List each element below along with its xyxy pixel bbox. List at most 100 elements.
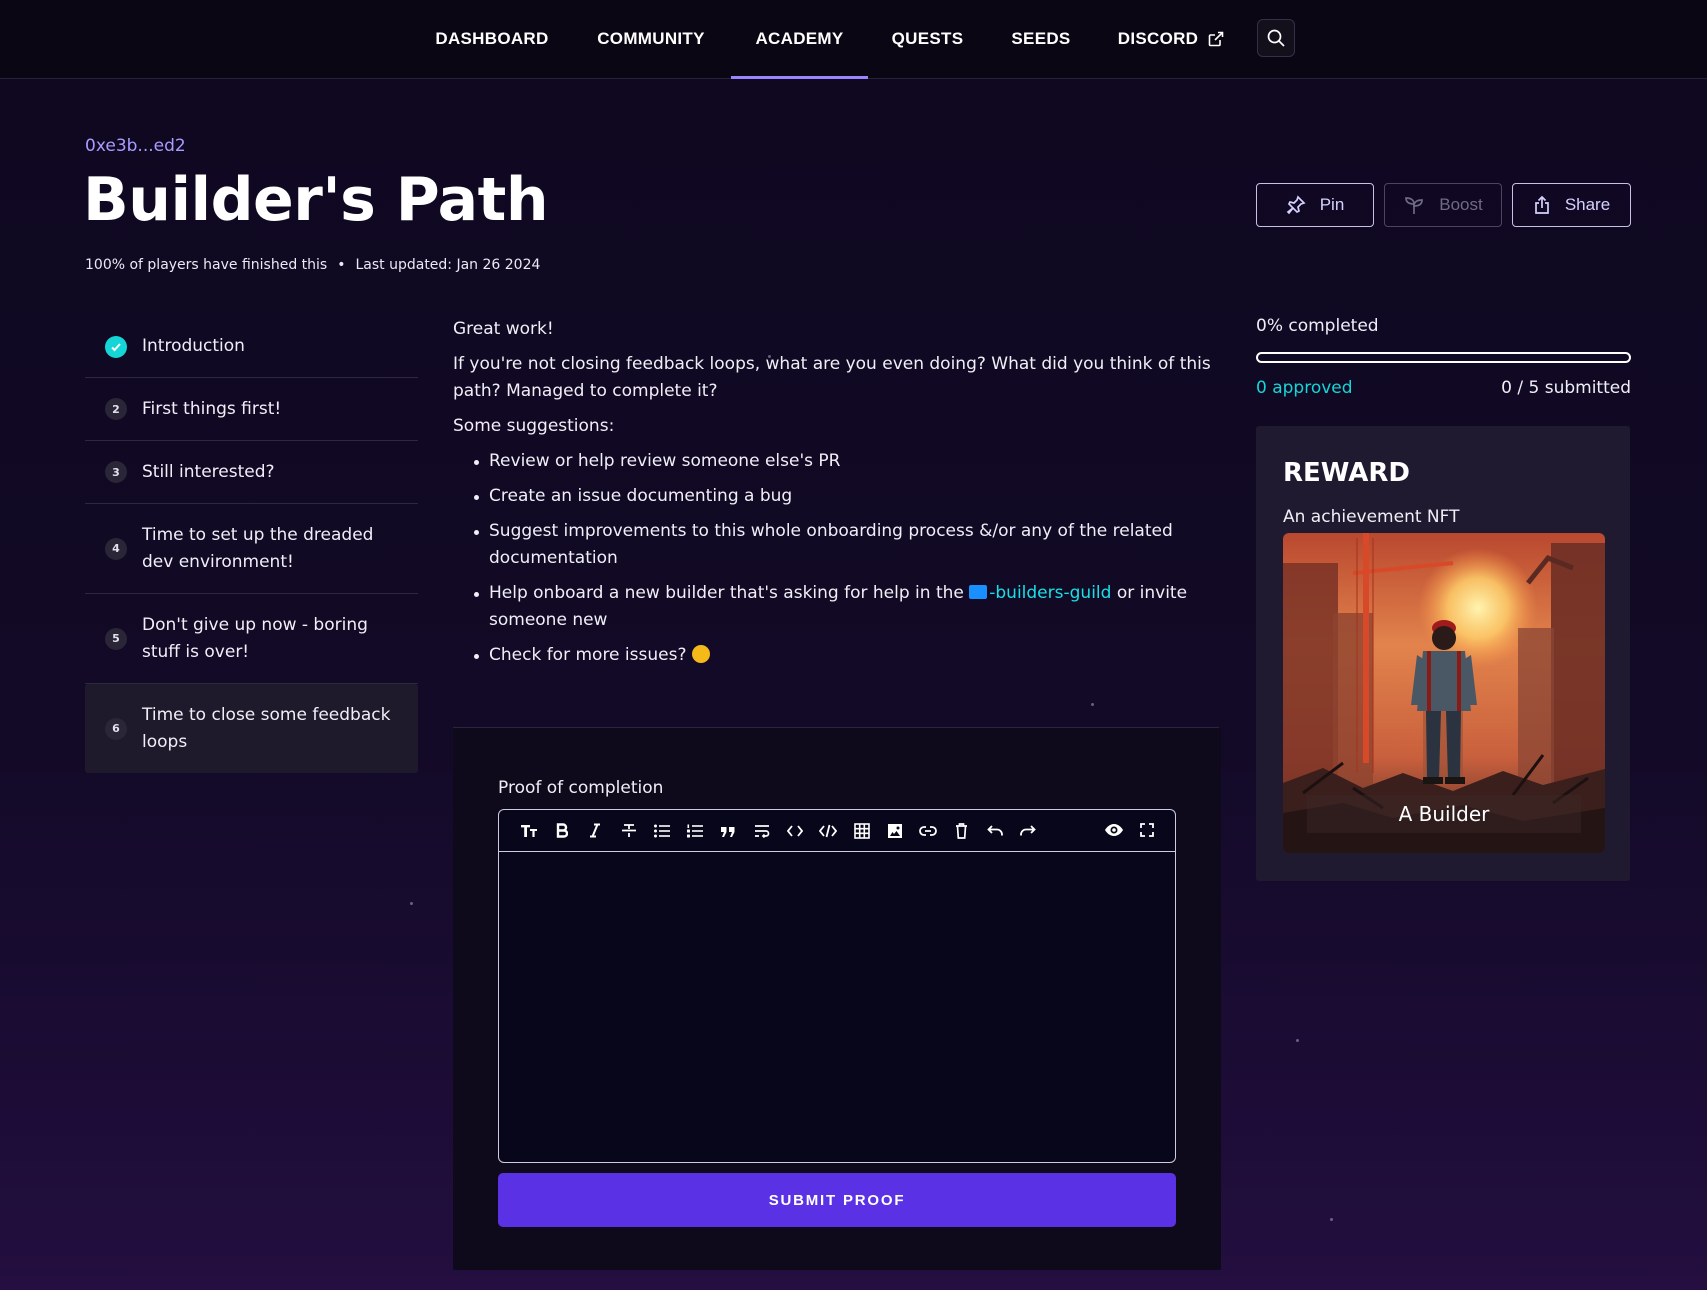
nav-quests-label: QUESTS (891, 29, 964, 48)
steps-sidebar: Introduction 2 First things first! 3 Sti… (85, 316, 418, 773)
boost-label: Boost (1439, 195, 1483, 214)
completion-progress-bar (1256, 352, 1631, 363)
proof-panel: Proof of completion SUBMIT PROOF (453, 728, 1221, 1270)
pin-icon (1286, 195, 1306, 215)
italic-icon[interactable] (579, 816, 612, 846)
submit-proof-button[interactable]: SUBMIT PROOF (498, 1173, 1176, 1227)
last-updated: Last updated: Jan 26 2024 (355, 257, 541, 273)
link-icon[interactable] (912, 816, 945, 846)
channel-icon (969, 585, 988, 599)
share-icon (1534, 195, 1549, 214)
list-item: Review or help review someone else's PR (453, 448, 1223, 475)
reward-title: REWARD (1283, 458, 1411, 488)
preview-icon[interactable] (1097, 815, 1130, 845)
step-number: 2 (105, 398, 127, 420)
code-icon[interactable] (778, 816, 811, 846)
list-item: Suggest improvements to this whole onboa… (453, 518, 1223, 572)
check-icon (105, 335, 127, 358)
list-item-text: Help onboard a new builder that's asking… (489, 583, 970, 603)
nft-image[interactable]: A Builder (1283, 533, 1605, 853)
nav-dashboard[interactable]: DASHBOARD (425, 0, 559, 78)
creator-address-link[interactable]: 0xe3b...ed2 (85, 136, 186, 156)
finished-stat: 100% of players have finished this (85, 257, 328, 273)
step-label: Don't give up now - boring stuff is over… (142, 614, 368, 662)
step-label: First things first! (142, 398, 282, 419)
quote-icon[interactable] (712, 816, 745, 846)
fullscreen-icon[interactable] (1130, 815, 1163, 845)
top-navigation: DASHBOARD COMMUNITY ACADEMY QUESTS SEEDS… (0, 0, 1707, 79)
heading-icon[interactable] (512, 816, 545, 846)
list-item-text: Check for more issues? (489, 645, 692, 665)
share-label: Share (1564, 195, 1611, 214)
nav-seeds-label: SEEDS (1011, 29, 1071, 48)
step-number: 4 (105, 537, 127, 560)
share-button[interactable]: Share (1512, 183, 1631, 227)
upside-down-face-icon (691, 645, 710, 663)
approved-count: 0 approved (1256, 378, 1353, 398)
step-number: 5 (105, 627, 127, 650)
step-dont-give-up[interactable]: 5 Don't give up now - boring stuff is ov… (85, 594, 418, 684)
star-decoration (1091, 703, 1094, 706)
completion-label: 0% completed (1256, 316, 1379, 336)
nav-seeds[interactable]: SEEDS (1000, 0, 1082, 78)
pin-label: Pin (1319, 195, 1345, 214)
search-icon (1267, 29, 1285, 47)
step-number: 6 (105, 717, 127, 740)
list-item: Create an issue documenting a bug (453, 483, 1223, 510)
path-meta: 100% of players have finished this • Las… (85, 257, 540, 273)
nav-community[interactable]: COMMUNITY (584, 0, 718, 78)
bullet-list-icon[interactable] (645, 816, 678, 846)
table-icon[interactable] (845, 816, 878, 846)
pin-button[interactable]: Pin (1256, 183, 1374, 227)
step-label: Time to set up the dreaded dev environme… (142, 524, 374, 572)
step-introduction[interactable]: Introduction (85, 316, 418, 378)
list-item: Help onboard a new builder that's asking… (453, 580, 1223, 634)
nav-academy-label: ACADEMY (755, 29, 844, 48)
redo-icon[interactable] (1011, 816, 1044, 846)
step-number: 3 (105, 461, 127, 483)
wrap-icon[interactable] (745, 816, 778, 846)
step-label: Introduction (142, 336, 245, 356)
delete-icon[interactable] (945, 816, 978, 846)
builders-guild-link[interactable]: -builders-guild (969, 583, 1111, 603)
nav-discord[interactable]: DISCORD (1115, 0, 1227, 78)
content-paragraph: If you're not closing feedback loops, wh… (453, 354, 1211, 401)
image-icon[interactable] (878, 816, 911, 846)
step-first-things-first[interactable]: 2 First things first! (85, 378, 418, 441)
step-label: Still interested? (142, 461, 275, 482)
markdown-editor (498, 809, 1176, 1163)
nav-community-label: COMMUNITY (597, 29, 705, 48)
suggestions-list: Review or help review someone else's PR … (453, 448, 1223, 669)
search-button[interactable] (1257, 19, 1295, 57)
page-title: Builder's Path (83, 165, 549, 235)
nav-academy[interactable]: ACADEMY (731, 0, 868, 79)
code-block-icon[interactable] (812, 816, 845, 846)
bold-icon[interactable] (545, 816, 578, 846)
star-decoration (410, 902, 413, 905)
star-decoration (1330, 1218, 1333, 1221)
reward-card: REWARD An achievement NFT A Builder (1256, 426, 1630, 881)
nft-name: A Builder (1307, 795, 1581, 833)
meta-separator: • (337, 257, 346, 273)
star-decoration (1296, 1039, 1299, 1042)
ordered-list-icon[interactable] (678, 816, 711, 846)
content-paragraph: Some suggestions: (453, 416, 615, 436)
step-dev-environment[interactable]: 4 Time to set up the dreaded dev environ… (85, 504, 418, 594)
undo-icon[interactable] (978, 816, 1011, 846)
step-label: Time to close some feedback loops (142, 704, 391, 752)
external-link-icon (1208, 31, 1224, 47)
nav-discord-label: DISCORD (1117, 29, 1199, 48)
strikethrough-icon[interactable] (612, 816, 645, 846)
list-item: Check for more issues? (453, 642, 1223, 669)
boost-button[interactable]: Boost (1384, 183, 1502, 227)
step-feedback-loops[interactable]: 6 Time to close some feedback loops (85, 684, 418, 773)
step-still-interested[interactable]: 3 Still interested? (85, 441, 418, 504)
content-paragraph: Great work! (453, 319, 554, 339)
channel-name: -builders-guild (989, 583, 1112, 603)
reward-subtitle: An achievement NFT (1283, 507, 1460, 527)
toolbar-right-group (1097, 815, 1164, 845)
proof-label: Proof of completion (498, 778, 664, 798)
submitted-count: 0 / 5 submitted (1501, 378, 1631, 398)
proof-textarea[interactable] (499, 852, 1175, 1162)
nav-quests[interactable]: QUESTS (885, 0, 970, 78)
